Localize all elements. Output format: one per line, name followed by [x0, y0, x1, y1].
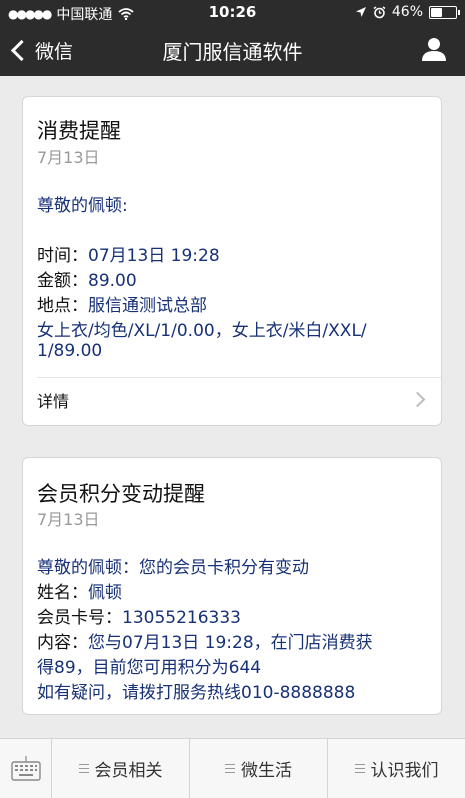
menu-icon — [354, 764, 365, 773]
greeting: 尊敬的佩顿：您的会员卡积分有变动 — [37, 558, 309, 578]
card-title: 消费提醒 — [37, 119, 121, 143]
status-bar: ●●●●● 中国联通 10:26 46% — [0, 0, 465, 24]
keyboard-icon — [10, 755, 41, 781]
battery-percent: 46% — [391, 4, 423, 20]
items-line-2: 1/89.00 — [37, 341, 103, 361]
greeting: 尊敬的佩顿: — [37, 196, 128, 216]
menu-about-us[interactable]: 认识我们 — [328, 739, 465, 798]
hotline-row: 如有疑问，请拨打服务热线010-8888888 — [37, 683, 356, 703]
bottom-menu-bar: 会员相关 微生活 认识我们 — [0, 738, 465, 798]
profile-icon[interactable] — [421, 36, 447, 62]
top-bar: ●●●●● 中国联通 10:26 46% 微信 厦门服信通软件 — [0, 0, 465, 76]
card-title: 会员积分变动提醒 — [37, 482, 205, 506]
consumption-alert-card: 消费提醒 7月13日 尊敬的佩顿: 时间：07月13日 19:28 金额：89.… — [22, 96, 442, 426]
content-row: 内容：您与07月13日 19:28，在门店消费获 — [37, 633, 373, 653]
content-row-2: 得89，目前您可用积分为644 — [37, 658, 262, 678]
menu-icon — [225, 764, 235, 773]
card-date: 7月13日 — [37, 510, 100, 529]
keyboard-toggle[interactable] — [0, 739, 52, 798]
name-row: 姓名：佩顿 — [37, 583, 122, 603]
items-line-1: 女上衣/均色/XL/1/0.00，女上衣/米白/XXL/ — [37, 321, 367, 341]
page-title: 厦门服信通软件 — [162, 40, 303, 64]
menu-member[interactable]: 会员相关 — [52, 739, 190, 798]
amount-row: 金额：89.00 — [37, 271, 137, 291]
card-number-row: 会员卡号：13055216333 — [37, 608, 241, 628]
menu-icon — [78, 764, 89, 773]
nav-bar: 微信 厦门服信通软件 — [0, 26, 465, 74]
detail-label: 详情 — [37, 392, 70, 411]
points-change-card: 会员积分变动提醒 7月13日 尊敬的佩顿：您的会员卡积分有变动 姓名：佩顿 会员… — [22, 457, 442, 715]
battery-icon — [429, 5, 460, 19]
location-arrow-icon — [355, 7, 366, 17]
menu-micro-life[interactable]: 微生活 — [190, 739, 328, 798]
card-date: 7月13日 — [37, 148, 100, 167]
alarm-icon — [373, 5, 386, 18]
chevron-right-icon — [409, 391, 426, 408]
detail-link[interactable]: 详情 — [23, 378, 441, 426]
time-row: 时间：07月13日 19:28 — [37, 246, 220, 266]
location-row: 地点：服信通测试总部 — [37, 296, 207, 316]
